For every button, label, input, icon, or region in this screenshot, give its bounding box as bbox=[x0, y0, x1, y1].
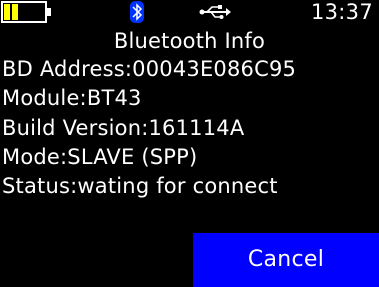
bluetooth-icon bbox=[130, 1, 144, 23]
page-title: Bluetooth Info bbox=[113, 29, 266, 53]
usb-icon bbox=[199, 5, 231, 19]
bd-address-text: BD Address:00043E086C95 bbox=[2, 57, 297, 81]
battery-low-icon bbox=[1, 1, 51, 23]
device-screen: 13:37 Bluetooth Info BD Address:00043E08… bbox=[0, 0, 379, 287]
mode-text: Mode:SLAVE (SPP) bbox=[2, 145, 198, 169]
cancel-button[interactable]: Cancel bbox=[193, 233, 379, 287]
status-text: Status:wating for connect bbox=[2, 174, 278, 198]
module-text: Module:BT43 bbox=[2, 86, 142, 110]
clock-time: 13:37 bbox=[310, 0, 373, 24]
build-version-text: Build Version:161114A bbox=[2, 116, 245, 140]
